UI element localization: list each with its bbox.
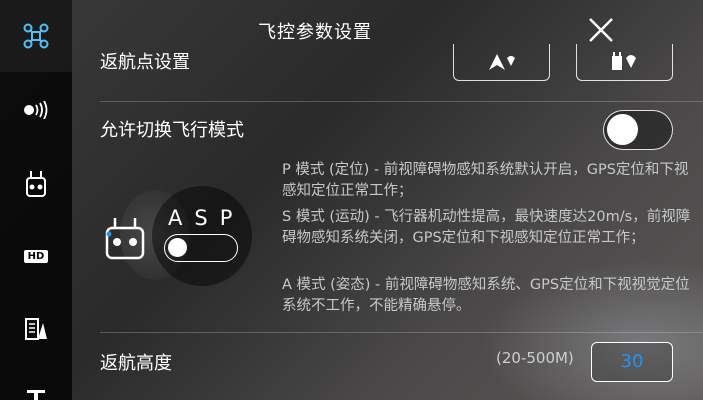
page-title: 飞控参数设置 (258, 22, 372, 43)
sidebar-item-hd[interactable]: HD (0, 240, 72, 272)
mode-desc-p: P 模式 (定位) - 前视障碍物感知系统默认开启，GPS定位和下视感知定位正常… (282, 162, 689, 199)
remote-controller-icon (105, 218, 145, 260)
mode-desc-s: S 模式 (运动) - 飞行器机动性提高，最快速度达20m/s，前视障碍物感知系… (282, 209, 691, 246)
flight-mode-label: 允许切换飞行模式 (100, 120, 244, 141)
sidebar-item-checklist[interactable] (0, 312, 72, 346)
checklist-icon (25, 318, 47, 340)
asp-switch (164, 234, 238, 262)
home-controller-icon (611, 52, 636, 70)
set-home-aircraft-button[interactable] (453, 44, 550, 81)
sidebar-item-signal[interactable] (0, 92, 72, 128)
flight-mode-toggle[interactable] (603, 110, 673, 150)
set-home-controller-button[interactable] (576, 44, 673, 81)
close-icon[interactable] (587, 16, 615, 44)
return-height-input[interactable]: 30 (591, 342, 673, 382)
return-home-row: 返航点设置 (100, 44, 300, 76)
asp-letters: ASP (168, 206, 245, 230)
signal-icon (24, 101, 48, 119)
asp-switch-knob (168, 238, 187, 257)
sidebar-item-more[interactable] (0, 384, 72, 400)
remote-controller-icon (26, 171, 46, 197)
divider (100, 101, 703, 102)
sidebar-item-remote[interactable] (0, 166, 72, 202)
sidebar: HD (0, 0, 72, 400)
hd-icon: HD (23, 249, 49, 263)
return-home-label: 返航点设置 (100, 52, 190, 73)
return-height-label: 返航高度 (100, 353, 172, 374)
divider (100, 332, 703, 333)
sidebar-item-aircraft[interactable] (0, 0, 72, 72)
toggle-knob (607, 114, 638, 145)
return-height-range: (20-500M) (496, 349, 574, 367)
more-icon (27, 390, 45, 400)
home-aircraft-icon (488, 54, 515, 70)
mode-desc-a: A 模式 (姿态) - 前视障碍物感知系统、GPS定位和下视视觉定位系统不工作，… (282, 277, 690, 314)
aircraft-icon (23, 23, 49, 49)
